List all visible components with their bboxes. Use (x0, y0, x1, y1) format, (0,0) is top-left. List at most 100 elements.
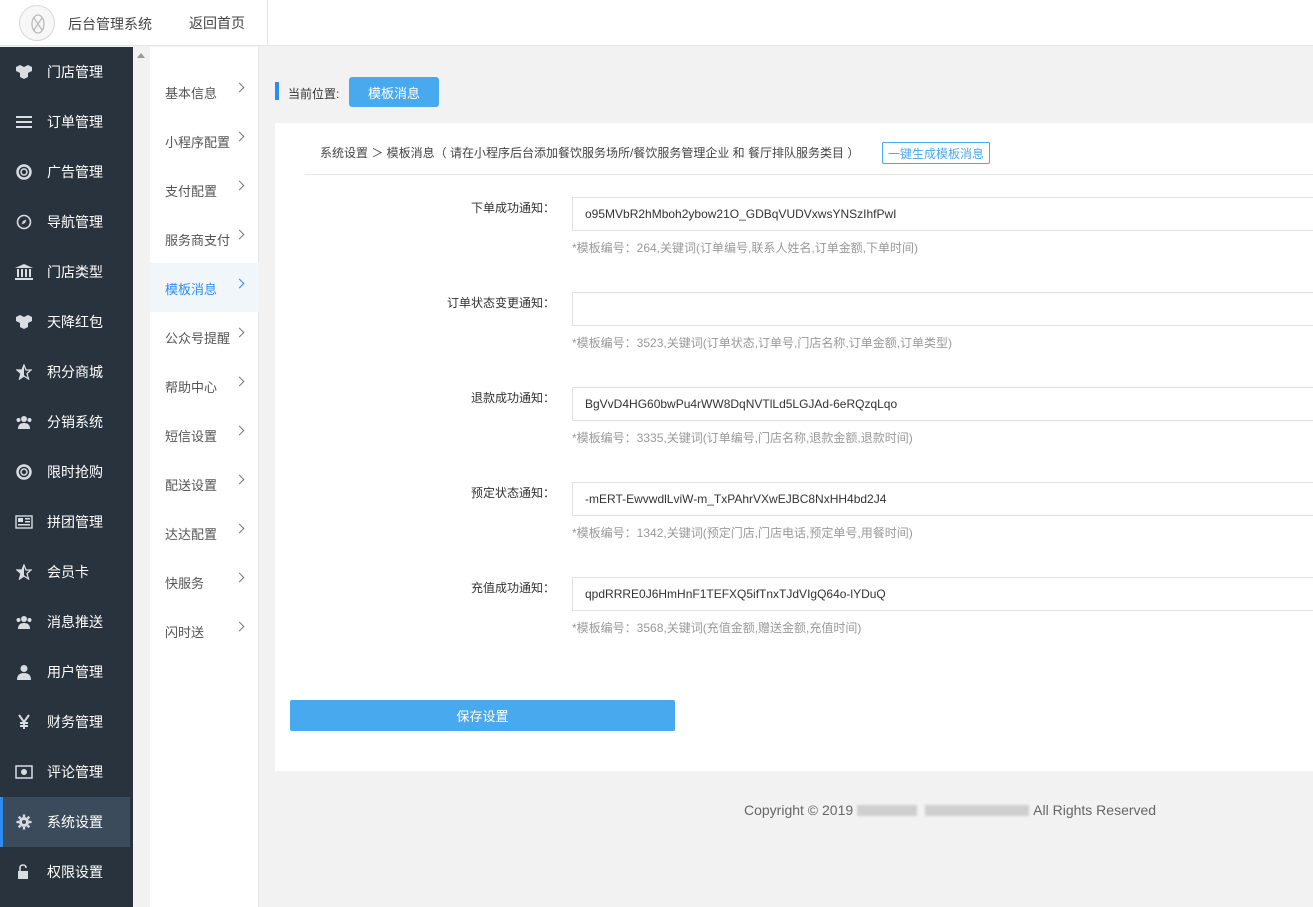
sidebar-item[interactable]: 导航管理 (0, 197, 133, 247)
bank-icon (14, 262, 34, 282)
submenu-item-label: 帮助中心 (165, 380, 218, 395)
sidebar-item-label: 天降红包 (47, 314, 103, 330)
submenu-item[interactable]: 服务商支付 (150, 214, 259, 263)
sidebar-item-label: 会员卡 (47, 564, 89, 580)
submenu-item[interactable]: 公众号提醒 (150, 312, 259, 361)
sidebar-item[interactable]: 用户管理 (0, 647, 133, 697)
field-hint: *模板编号：3335,关键词(订单编号,门店名称,退款金额,退款时间) (572, 431, 913, 445)
submenu-item[interactable]: 快服务 (150, 557, 259, 606)
submenu-item-label: 快服务 (165, 576, 205, 591)
order-success-template-input[interactable] (572, 197, 1313, 231)
sidebar-item-label: 订单管理 (47, 114, 103, 130)
submenu-item[interactable]: 达达配置 (150, 508, 259, 557)
app-title: 后台管理系统 (68, 16, 152, 32)
sidebar-item-label: 限时抢购 (47, 464, 103, 480)
users-icon (14, 412, 34, 432)
field-label: 退款成功通知： (470, 391, 555, 405)
redacted-text (857, 804, 918, 816)
field-hint: *模板编号：3568,关键词(充值金额,赠送金额,充值时间) (572, 621, 862, 635)
sidebar-item-label: 导航管理 (47, 214, 103, 230)
generate-templates-button[interactable]: 一键生成模板消息 (882, 142, 990, 164)
breadcrumb-current-button[interactable]: 模板消息 (349, 77, 439, 107)
logo-icon (19, 5, 55, 41)
sidebar-item[interactable]: 广告管理 (0, 147, 133, 197)
unlock-icon (14, 862, 34, 882)
refund-success-template-input[interactable] (572, 387, 1313, 421)
recharge-success-template-input[interactable] (572, 577, 1313, 611)
cubes-icon (14, 62, 34, 82)
field-label: 下单成功通知： (470, 201, 555, 215)
sidebar-item[interactable]: 会员卡 (0, 547, 133, 597)
sidebar-item-label: 分销系统 (47, 414, 103, 430)
submenu-item-label: 闪时送 (165, 625, 205, 640)
compass-icon (14, 212, 34, 232)
sidebar-item[interactable]: 门店管理 (0, 47, 133, 97)
order-status-template-input[interactable] (572, 292, 1313, 326)
field-label: 订单状态变更通知： (446, 296, 555, 310)
sidebar-item-label: 广告管理 (47, 164, 103, 180)
lifebuoy-icon (14, 162, 34, 182)
chevron-right-icon (234, 376, 245, 387)
sidebar-item-label: 积分商城 (47, 364, 103, 380)
submenu-item[interactable]: 帮助中心 (150, 361, 259, 410)
sidebar-item-label: 拼团管理 (47, 514, 103, 530)
sidebar-item[interactable]: 订单管理 (0, 97, 133, 147)
sidebar-item-label: 消息推送 (47, 614, 103, 630)
panel-heading: 系统设置 ＞ 模板消息（ 请在小程序后台添加餐饮服务场所/餐饮服务管理企业 和 … (320, 146, 860, 160)
sidebar-item[interactable]: 拼团管理 (0, 497, 133, 547)
sidebar-item[interactable]: 门店类型 (0, 247, 133, 297)
breadcrumb-marker (275, 82, 279, 100)
submenu-item[interactable]: 基本信息 (150, 67, 259, 116)
submenu-item-label: 模板消息 (165, 282, 218, 297)
submenu-item-label: 基本信息 (165, 86, 218, 101)
sidebar-item[interactable]: 评论管理 (0, 747, 133, 797)
scroll-up-icon[interactable] (137, 53, 145, 58)
chevron-right-icon (234, 229, 245, 240)
newspaper-icon (14, 512, 34, 532)
save-settings-button[interactable]: 保存设置 (290, 700, 675, 731)
breadcrumb-label: 当前位置: (288, 87, 340, 101)
field-label: 充值成功通知： (470, 581, 555, 595)
sidebar-item[interactable]: 天降红包 (0, 297, 133, 347)
cubes-icon (14, 312, 34, 332)
chevron-right-icon (234, 474, 245, 485)
home-link[interactable]: 返回首页 (189, 13, 245, 33)
sidebar-item[interactable]: 限时抢购 (0, 447, 133, 497)
settings-submenu: 基本信息小程序配置支付配置服务商支付模板消息公众号提醒帮助中心短信设置 配送设置达… (150, 47, 259, 907)
yen-icon (14, 712, 34, 732)
field-hint: *模板编号：264,关键词(订单编号,联系人姓名,订单金额,下单时间) (572, 241, 919, 255)
lifebuoy-icon (14, 462, 34, 482)
submenu-item-label: 支付配置 (165, 184, 218, 199)
main-sidebar: 门店管理订单管理广告管理导航管理门店类型天降红包积分商城分销系统限时抢购拼团管理… (0, 47, 133, 907)
chevron-right-icon (234, 278, 245, 289)
reservation-status-template-input[interactable] (572, 482, 1313, 516)
submenu-item[interactable]: 配送设置 (150, 459, 259, 508)
submenu-item[interactable]: 模板消息 (150, 263, 259, 312)
sidebar-item-label: 系统设置 (47, 814, 103, 830)
sidebar-item[interactable]: 积分商城 (0, 347, 133, 397)
chevron-right-icon (234, 523, 245, 534)
sidebar-item[interactable]: 权限设置 (0, 847, 133, 897)
user-icon (14, 662, 34, 682)
star-half-icon (14, 362, 34, 382)
sidebar-item[interactable]: 财务管理 (0, 697, 133, 747)
field-hint: *模板编号：3523,关键词(订单状态,订单号,门店名称,订单金额,订单类型) (572, 336, 953, 350)
list-icon (14, 112, 34, 132)
sidebar-scrollbar[interactable] (133, 47, 150, 907)
submenu-item[interactable]: 小程序配置 (150, 116, 259, 165)
header-divider (267, 0, 268, 46)
template-message-panel: 系统设置 ＞ 模板消息（ 请在小程序后台添加餐饮服务场所/餐饮服务管理企业 和 … (275, 123, 1313, 771)
sidebar-item[interactable]: 分销系统 (0, 397, 133, 447)
sidebar-item-label: 财务管理 (47, 714, 103, 730)
submenu-item[interactable]: 支付配置 (150, 165, 259, 214)
submenu-item[interactable]: 短信设置 (150, 410, 259, 459)
sidebar-item[interactable]: 消息推送 (0, 597, 133, 647)
field-hint: *模板编号：1342,关键词(预定门店,门店电话,预定单号,用餐时间) (572, 526, 913, 540)
chevron-right-icon (234, 327, 245, 338)
chevron-right-icon (234, 572, 245, 583)
chevron-right-icon (234, 621, 245, 632)
sidebar-item[interactable]: 系统设置 (0, 797, 130, 847)
sidebar-item-label: 门店类型 (47, 264, 103, 280)
submenu-item[interactable]: 闪时送 (150, 606, 259, 655)
star-half-icon (14, 562, 34, 582)
